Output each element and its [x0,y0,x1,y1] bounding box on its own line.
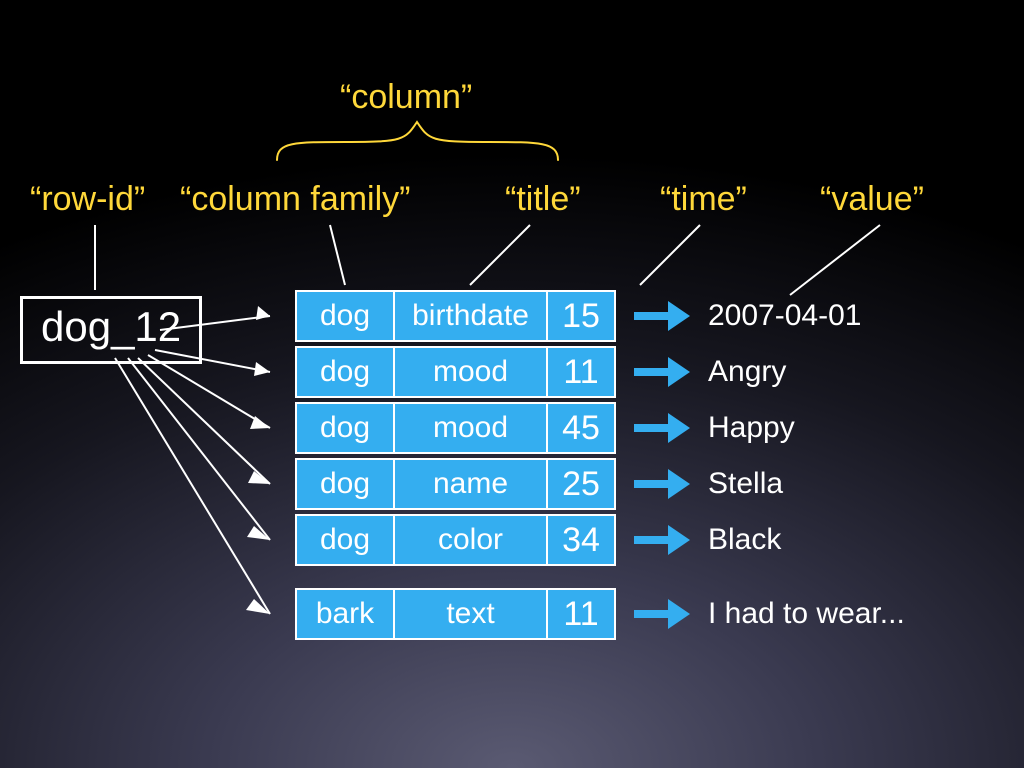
cell-value: I had to wear... [708,597,905,631]
arrow-right-icon [634,357,690,387]
cell-time: 15 [546,290,616,342]
table-row: bark text 11 I had to wear... [295,588,905,640]
table-row: dog mood 45 Happy [295,402,905,454]
arrow-right-icon [634,599,690,629]
cell-time: 45 [546,402,616,454]
cell-value: Happy [708,411,795,445]
row-id-box: dog_12 [20,296,202,364]
cell-value: Angry [708,355,786,389]
cell-column-family: dog [295,402,395,454]
cell-time: 34 [546,514,616,566]
cell-time: 11 [546,588,616,640]
table-row: dog mood 11 Angry [295,346,905,398]
cell-column-family: dog [295,346,395,398]
label-time: “time” [660,180,747,219]
label-column: “column” [340,78,472,117]
label-column-family: “column family” [180,180,410,219]
cell-title: color [393,514,548,566]
curly-brace-icon [275,118,560,162]
arrow-right-icon [634,413,690,443]
cell-column-family: bark [295,588,395,640]
cell-column-family: dog [295,290,395,342]
arrow-right-icon [634,525,690,555]
table-row: dog name 25 Stella [295,458,905,510]
cell-title: name [393,458,548,510]
table-row: dog color 34 Black [295,514,905,566]
table-row: dog birthdate 15 2007-04-01 [295,290,905,342]
label-row-id: “row-id” [30,180,145,219]
cell-column-family: dog [295,514,395,566]
cell-time: 25 [546,458,616,510]
label-value: “value” [820,180,924,219]
label-title: “title” [505,180,581,219]
arrow-right-icon [634,469,690,499]
cell-title: mood [393,346,548,398]
diagram: “column” “row-id” “column family” “title… [0,0,1024,768]
cell-time: 11 [546,346,616,398]
cell-value: Stella [708,467,783,501]
cell-column-family: dog [295,458,395,510]
row-id-value: dog_12 [41,303,181,350]
rows-container: dog birthdate 15 2007-04-01 dog mood 11 … [295,290,905,644]
cell-title: birthdate [393,290,548,342]
cell-title: mood [393,402,548,454]
cell-value: 2007-04-01 [708,299,861,333]
cell-title: text [393,588,548,640]
cell-value: Black [708,523,781,557]
arrow-right-icon [634,301,690,331]
